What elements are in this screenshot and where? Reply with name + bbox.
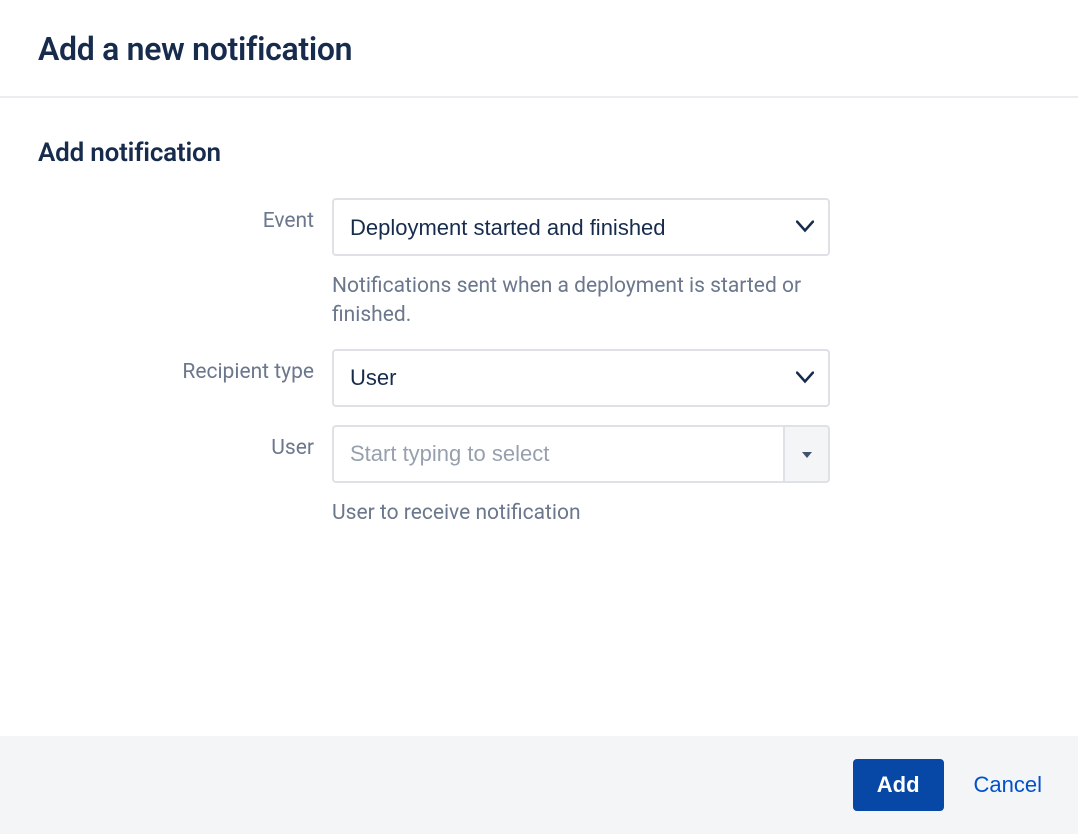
event-label: Event bbox=[38, 198, 332, 235]
event-select-wrap: Deployment started and finished bbox=[332, 198, 830, 256]
dialog-title: Add a new notification bbox=[38, 30, 1040, 68]
recipient-type-control-wrap: User bbox=[332, 349, 830, 407]
user-input[interactable] bbox=[332, 425, 783, 483]
user-control-wrap: User to receive notification bbox=[332, 425, 830, 528]
user-dropdown-button[interactable] bbox=[783, 425, 830, 483]
user-helper-text: User to receive notification bbox=[332, 499, 830, 528]
user-combobox bbox=[332, 425, 830, 483]
add-button[interactable]: Add bbox=[853, 759, 944, 811]
recipient-type-select-wrap: User bbox=[332, 349, 830, 407]
dialog-content: Add notification Event Deployment starte… bbox=[0, 98, 1078, 566]
recipient-type-select[interactable]: User bbox=[332, 349, 830, 407]
section-title: Add notification bbox=[38, 138, 1040, 168]
cancel-button[interactable]: Cancel bbox=[974, 772, 1042, 798]
dialog-footer: Add Cancel bbox=[0, 736, 1078, 834]
event-select[interactable]: Deployment started and finished bbox=[332, 198, 830, 256]
form-row-event: Event Deployment started and finished No… bbox=[38, 198, 1040, 331]
form-row-recipient-type: Recipient type User bbox=[38, 349, 1040, 407]
event-helper-text: Notifications sent when a deployment is … bbox=[332, 272, 830, 331]
recipient-type-label: Recipient type bbox=[38, 349, 332, 386]
form-row-user: User User to receive notification bbox=[38, 425, 1040, 528]
user-label: User bbox=[38, 425, 332, 462]
dialog-header: Add a new notification bbox=[0, 0, 1078, 98]
event-control-wrap: Deployment started and finished Notifica… bbox=[332, 198, 830, 331]
caret-down-icon bbox=[802, 446, 812, 461]
